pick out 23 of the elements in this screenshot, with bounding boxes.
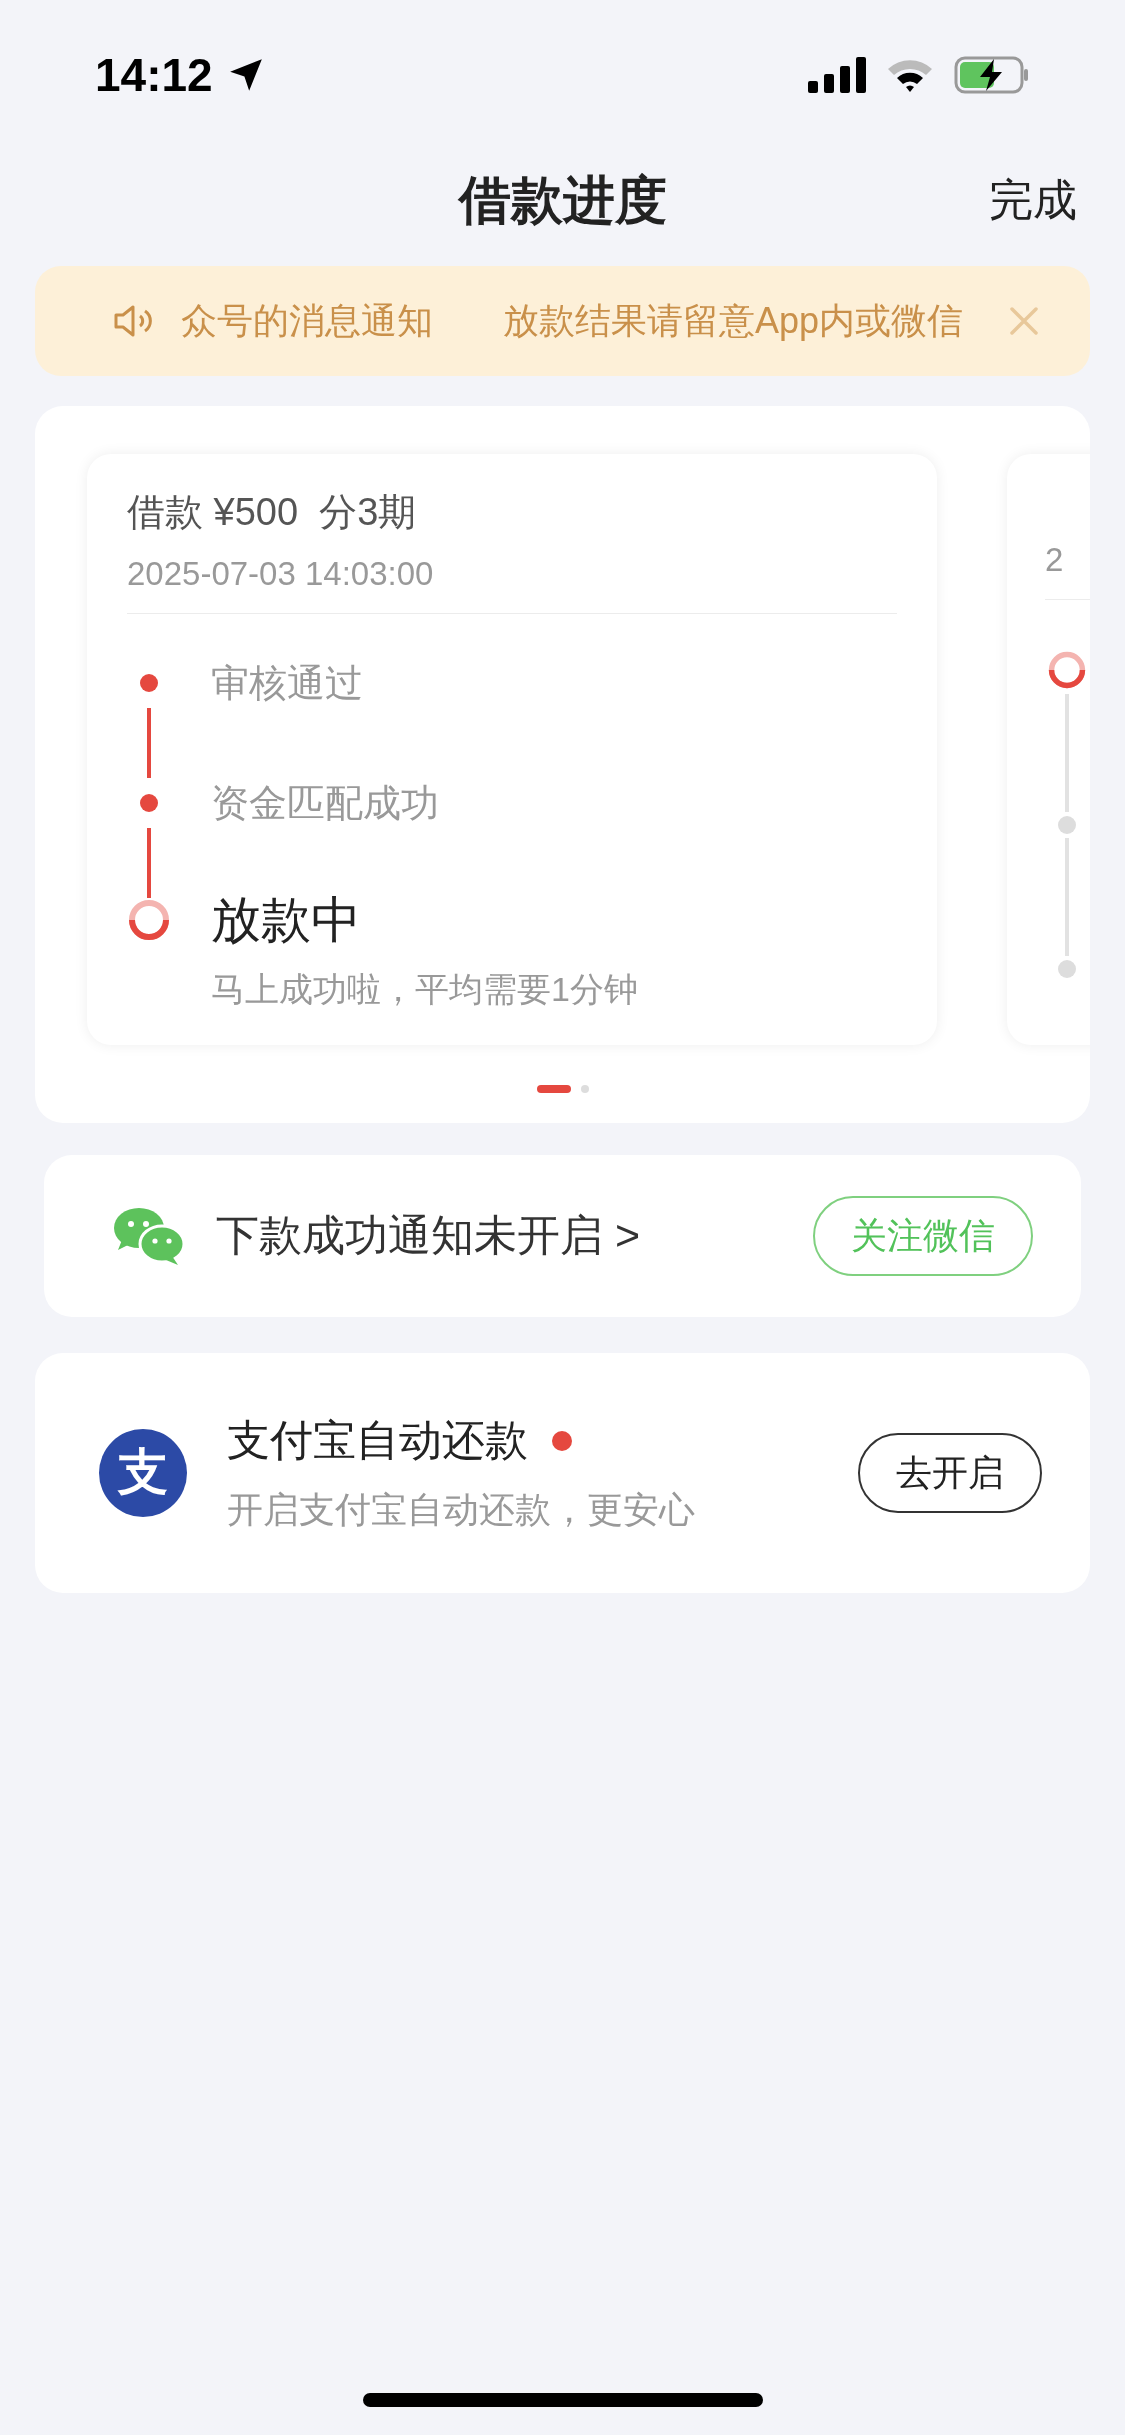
- done-button[interactable]: 完成: [989, 167, 1077, 233]
- loan-date: 2025-07-03 14:03:00: [127, 554, 435, 594]
- signal-icon: [808, 57, 866, 93]
- alipay-subtitle: 开启支付宝自动还款，更安心: [227, 1487, 696, 1532]
- alipay-logo: 支: [99, 1428, 187, 1517]
- notice-text: 放款结果请留意App内或微信: [503, 299, 964, 343]
- notification-status-link[interactable]: 下款成功通知未开启 >: [216, 1203, 813, 1268]
- step-label: 资金匹配成功: [211, 780, 439, 826]
- alipay-title: 支付宝自动还款: [227, 1415, 528, 1467]
- loan-date: 2: [1045, 541, 1064, 578]
- battery-charging-icon: [954, 56, 1030, 94]
- speaker-icon: [113, 303, 155, 339]
- wifi-icon: [886, 57, 934, 93]
- chat-bubbles-icon: [112, 1205, 186, 1266]
- clock-time: 14:12: [95, 47, 213, 103]
- notice-text: 众号的消息通知: [181, 299, 433, 343]
- enable-button[interactable]: 去开启: [858, 1432, 1042, 1513]
- page-title: 借款进度: [458, 170, 667, 231]
- step-note: 马上成功啦，平均需要1分钟: [211, 968, 638, 1010]
- step-label: 审核通过: [211, 660, 363, 706]
- ring-marker: [127, 897, 171, 942]
- loan-amount: 借款 ¥500 分3期: [127, 490, 418, 535]
- ring-marker: [1047, 649, 1087, 690]
